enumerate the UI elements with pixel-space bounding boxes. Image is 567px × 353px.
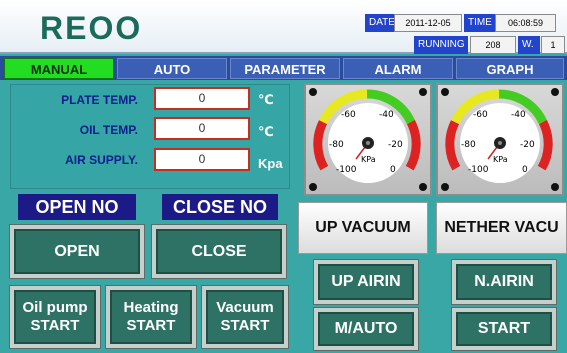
air-supply-label: AIR SUPPLY. (65, 153, 138, 167)
gauge-tick-label: -80 (461, 140, 476, 150)
close-button[interactable]: CLOSE (151, 224, 287, 279)
gauge-zone-red (313, 120, 329, 171)
gauge-tick-label: -60 (341, 110, 356, 120)
plate-temp-unit: ℃ (258, 92, 274, 107)
tab-auto[interactable]: AUTO (117, 58, 227, 79)
gauge-tick-label: -20 (520, 140, 535, 150)
air-supply-field[interactable]: 0 (154, 148, 250, 171)
vacuum-start-button[interactable]: Vacuum START (201, 285, 289, 349)
time-label: TIME (464, 14, 495, 32)
gauge-tick-label: -60 (473, 110, 488, 120)
plate-temp-label: PLATE TEMP. (61, 93, 138, 107)
oil-pump-start-button[interactable]: Oil pump START (9, 285, 101, 349)
gauge-tick-label: 0 (390, 165, 396, 175)
gauge-zone-red (405, 120, 421, 171)
heating-start-button[interactable]: Heating START (105, 285, 197, 349)
gauge-tick-label: 0 (522, 165, 528, 175)
tab-manual[interactable]: MANUAL (4, 58, 114, 79)
gauge-unit: KPa (493, 155, 508, 164)
oil-temp-unit: ℃ (258, 124, 274, 139)
gauge-unit: KPa (361, 155, 376, 164)
tab-parameter[interactable]: PARAMETER (230, 58, 340, 79)
tab-alarm[interactable]: ALARM (343, 58, 453, 79)
gauge-zone-red (445, 120, 461, 171)
gauge-dial: -80 -60 -40 -20 -100 0 KPa (313, 89, 421, 183)
open-status-badge: OPEN NO (18, 194, 136, 220)
running-value: 208 (470, 36, 516, 54)
m-auto-button[interactable]: M/AUTO (313, 307, 419, 351)
close-status-badge: CLOSE NO (162, 194, 278, 220)
gauge-tick-label: -40 (379, 110, 394, 120)
lower-vacuum-gauge: -80 -60 -40 -20 -100 0 KPa (436, 83, 564, 196)
gauge-tick-label: -100 (468, 165, 489, 175)
gauge-tick-label: -20 (388, 140, 403, 150)
up-vacuum-button[interactable]: UP VACUUM (298, 202, 428, 254)
time-value: 06:08:59 (495, 14, 556, 32)
air-supply-unit: Kpa (258, 156, 283, 171)
gauge-tick-label: -80 (329, 140, 344, 150)
gauge-tick-label: -40 (511, 110, 526, 120)
gauge-zone-red (537, 120, 553, 171)
start-button[interactable]: START (451, 307, 557, 351)
tab-graph[interactable]: GRAPH (456, 58, 564, 79)
running-label: RUNNING (414, 36, 468, 54)
gauge-tick-label: -100 (336, 165, 357, 175)
tab-bar: MANUAL AUTO PARAMETER ALARM GRAPH (0, 56, 567, 80)
upper-vacuum-gauge: -80 -60 -40 -20 -100 0 KPa (304, 83, 432, 196)
plate-temp-field[interactable]: 0 (154, 87, 250, 110)
w-value: 1 (541, 36, 565, 54)
n-airin-button[interactable]: N.AIRIN (451, 259, 557, 305)
app-logo: REOO (40, 10, 143, 46)
w-label: W. (518, 36, 540, 54)
open-button[interactable]: OPEN (9, 224, 145, 279)
oil-temp-label: OIL TEMP. (79, 123, 138, 137)
date-label: DATE (365, 14, 395, 32)
up-airin-button[interactable]: UP AIRIN (313, 259, 419, 305)
header-bar: REOO DATE 2011-12-05 TIME 06:08:59 RUNNI… (0, 0, 567, 54)
oil-temp-field[interactable]: 0 (154, 117, 250, 140)
gauge-dial: -80 -60 -40 -20 -100 0 KPa (445, 89, 553, 183)
date-value: 2011-12-05 (394, 14, 462, 32)
nether-vacuum-button[interactable]: NETHER VACU (436, 202, 567, 254)
